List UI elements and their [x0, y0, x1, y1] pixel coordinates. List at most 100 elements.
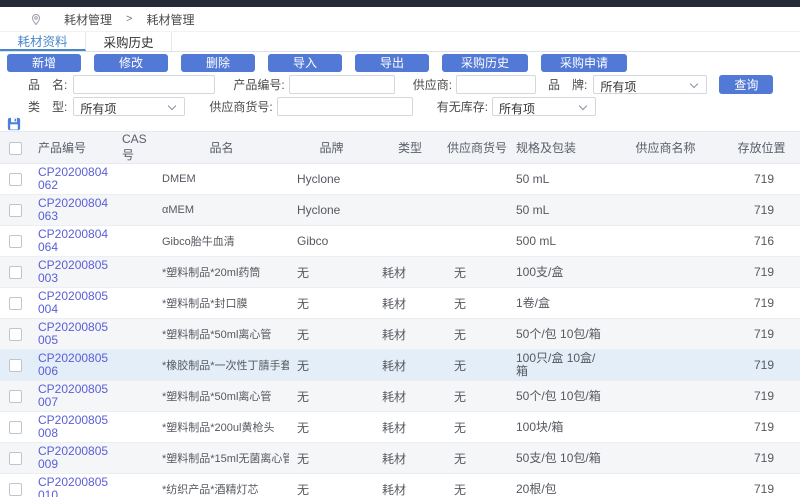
col-header-brand[interactable]: 品牌: [289, 132, 374, 164]
cell-name: *塑料制品*200ul黄枪头: [154, 412, 289, 443]
cell-supp-name: [608, 319, 723, 350]
location-pin-icon: [30, 13, 42, 26]
save-layout-icon[interactable]: [7, 117, 21, 131]
table-row[interactable]: CP20200805010*纺织产品*酒精灯芯无耗材无20根/包719: [0, 474, 800, 497]
col-header-supplier-no[interactable]: 供应商货号: [446, 132, 508, 164]
product-code-link[interactable]: CP20200804063: [38, 197, 108, 223]
delete-button[interactable]: 删除: [181, 54, 255, 72]
table-row[interactable]: CP20200805006*橡胶制品*一次性丁腈手套无耗材无100只/盒 10盒…: [0, 350, 800, 381]
table-row[interactable]: CP20200805005*塑料制品*50ml离心管无耗材无50个/包 10包/…: [0, 319, 800, 350]
col-header-type[interactable]: 类型: [374, 132, 446, 164]
type-select[interactable]: 所有项: [73, 97, 185, 116]
brand-select[interactable]: 所有项: [593, 75, 707, 94]
row-checkbox[interactable]: [9, 297, 22, 310]
table-row[interactable]: CP20200804064Gibco胎牛血清Gibco500 mL716: [0, 226, 800, 257]
stock-filter-label: 有无库存:: [437, 98, 488, 115]
product-code-link[interactable]: CP20200805010: [38, 476, 108, 497]
product-no-filter-input[interactable]: [289, 75, 395, 94]
table-row[interactable]: CP20200804063αMEMHyclone50 mL719: [0, 195, 800, 226]
cell-name: *纺织产品*酒精灯芯: [154, 474, 289, 497]
cell-type: [374, 195, 446, 226]
row-checkbox[interactable]: [9, 421, 22, 434]
cell-brand: Gibco: [289, 226, 374, 257]
cell-name: *塑料制品*50ml离心管: [154, 319, 289, 350]
cell-spec: 20根/包: [508, 474, 608, 497]
cell-spec: 50支/包 10包/箱: [508, 443, 608, 474]
select-all-checkbox[interactable]: [9, 142, 22, 155]
col-header-product-no[interactable]: 产品编号: [30, 132, 118, 164]
tab-purchase-history[interactable]: 采购历史: [86, 32, 172, 51]
cell-cas: [118, 381, 154, 412]
table-row[interactable]: CP20200805008*塑料制品*200ul黄枪头无耗材无100块/箱719: [0, 412, 800, 443]
col-header-spec[interactable]: 规格及包装: [508, 132, 608, 164]
cell-spec: 50个/包 10包/箱: [508, 381, 608, 412]
cell-brand: 无: [289, 319, 374, 350]
row-checkbox[interactable]: [9, 483, 22, 496]
table-row[interactable]: CP20200805003*塑料制品*20ml药筒无耗材无100支/盒719: [0, 257, 800, 288]
top-title-bar: [0, 0, 800, 7]
cell-cas: [118, 226, 154, 257]
product-code-link[interactable]: CP20200805007: [38, 383, 108, 409]
row-checkbox[interactable]: [9, 204, 22, 217]
row-checkbox[interactable]: [9, 452, 22, 465]
product-code-link[interactable]: CP20200805006: [38, 352, 108, 378]
col-header-name[interactable]: 品名: [154, 132, 289, 164]
export-button[interactable]: 导出: [355, 54, 429, 72]
cell-spec: 100只/盒 10盒/箱: [508, 350, 608, 381]
row-checkbox[interactable]: [9, 359, 22, 372]
cell-supp-no: 无: [446, 474, 508, 497]
cell-brand: 无: [289, 474, 374, 497]
col-header-cas[interactable]: CAS号: [118, 132, 154, 164]
product-code-link[interactable]: CP20200805003: [38, 259, 108, 285]
table-row[interactable]: CP20200804062DMEMHyclone50 mL719: [0, 164, 800, 195]
cell-location: 719: [723, 257, 800, 288]
row-checkbox[interactable]: [9, 235, 22, 248]
table-row[interactable]: CP20200805007*塑料制品*50ml离心管无耗材无50个/包 10包/…: [0, 381, 800, 412]
cell-brand: 无: [289, 443, 374, 474]
product-code-link[interactable]: CP20200805008: [38, 414, 108, 440]
col-header-location[interactable]: 存放位置: [723, 132, 800, 164]
product-code-link[interactable]: CP20200805009: [38, 445, 108, 471]
row-checkbox[interactable]: [9, 390, 22, 403]
product-no-filter-label: 产品编号:: [233, 76, 284, 93]
breadcrumb: 耗材管理 > 耗材管理: [0, 7, 800, 32]
col-header-supplier-name[interactable]: 供应商名称: [608, 132, 723, 164]
stock-select[interactable]: 所有项: [492, 97, 596, 116]
row-checkbox[interactable]: [9, 266, 22, 279]
product-code-link[interactable]: CP20200805004: [38, 290, 108, 316]
cell-spec: 500 mL: [508, 226, 608, 257]
import-button[interactable]: 导入: [268, 54, 342, 72]
consumables-management-page: { "breadcrumb": { "section": "耗材管理", "se…: [0, 0, 800, 497]
purchase-request-button[interactable]: 采购申请: [541, 54, 627, 72]
cell-supp-name: [608, 226, 723, 257]
product-code-link[interactable]: CP20200804062: [38, 166, 108, 192]
product-code-link[interactable]: CP20200804064: [38, 228, 108, 254]
purchase-history-button[interactable]: 采购历史: [442, 54, 528, 72]
tab-consumable-data[interactable]: 耗材资料: [0, 32, 86, 51]
breadcrumb-section[interactable]: 耗材管理: [64, 11, 112, 28]
table-row[interactable]: CP20200805009*塑料制品*15ml无菌离心管无耗材无50支/包 10…: [0, 443, 800, 474]
cell-type: 耗材: [374, 381, 446, 412]
cell-brand: 无: [289, 412, 374, 443]
edit-button[interactable]: 修改: [94, 54, 168, 72]
supplier-no-filter-input[interactable]: [277, 97, 413, 116]
product-code-link[interactable]: CP20200805005: [38, 321, 108, 347]
cell-location: 719: [723, 288, 800, 319]
cell-supp-name: [608, 381, 723, 412]
cell-supp-name: [608, 474, 723, 497]
cell-supp-name: [608, 164, 723, 195]
supplier-filter-input[interactable]: [456, 75, 536, 94]
cell-location: 719: [723, 195, 800, 226]
search-button[interactable]: 查询: [719, 75, 773, 94]
tab-bar: 耗材资料 采购历史: [0, 32, 800, 52]
cell-spec: 1卷/盒: [508, 288, 608, 319]
name-filter-input[interactable]: [73, 75, 215, 94]
add-button[interactable]: 新增: [7, 54, 81, 72]
row-checkbox[interactable]: [9, 328, 22, 341]
table-row[interactable]: CP20200805004*塑料制品*封口膜无耗材无1卷/盒719: [0, 288, 800, 319]
name-filter-label: 品 名:: [28, 76, 67, 93]
cell-name: *塑料制品*20ml药筒: [154, 257, 289, 288]
cell-cas: [118, 319, 154, 350]
cell-brand: 无: [289, 381, 374, 412]
row-checkbox[interactable]: [9, 173, 22, 186]
